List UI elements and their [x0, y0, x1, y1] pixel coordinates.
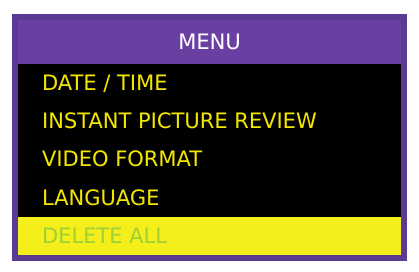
menu-item-language[interactable]: LANGUAGE	[18, 179, 401, 217]
menu-item-date-time[interactable]: DATE / TIME	[18, 64, 401, 102]
menu-list: DATE / TIME INSTANT PICTURE REVIEW VIDEO…	[18, 64, 401, 255]
menu-title: MENU	[18, 20, 401, 64]
menu-item-video-format[interactable]: VIDEO FORMAT	[18, 140, 401, 178]
menu-item-delete-all[interactable]: DELETE ALL	[18, 216, 401, 255]
menu-screen: MENU DATE / TIME INSTANT PICTURE REVIEW …	[18, 20, 401, 255]
menu-frame: MENU DATE / TIME INSTANT PICTURE REVIEW …	[12, 14, 407, 261]
menu-item-instant-picture-review[interactable]: INSTANT PICTURE REVIEW	[18, 102, 401, 140]
